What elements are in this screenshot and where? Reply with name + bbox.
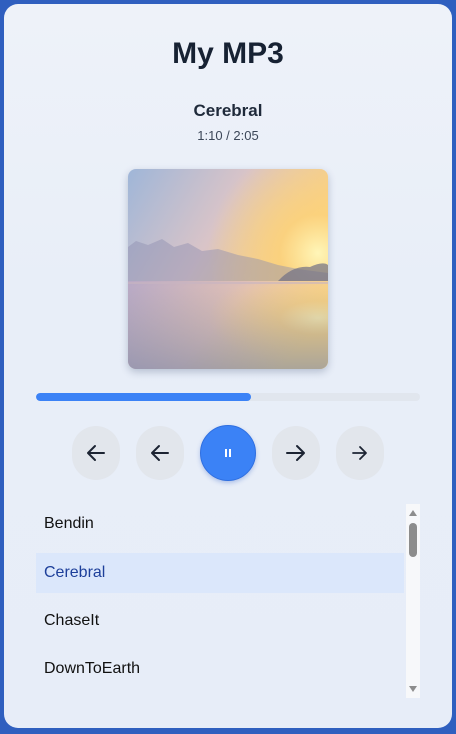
previous-button[interactable]: [136, 426, 184, 480]
next-button[interactable]: [272, 426, 320, 480]
play-pause-button[interactable]: [200, 425, 256, 481]
progress-bar[interactable]: [36, 393, 420, 401]
playlist-scrollbar[interactable]: [406, 504, 420, 698]
scrollbar-thumb[interactable]: [409, 523, 417, 557]
skip-back-button[interactable]: [72, 426, 120, 480]
playlist[interactable]: Bendin Cerebral ChaseIt DownToEarth: [36, 504, 420, 698]
app-title: My MP3: [172, 37, 284, 70]
playlist-item[interactable]: ChaseIt: [36, 601, 404, 641]
arrow-right-icon: [286, 445, 305, 461]
arrow-right-icon: [352, 446, 367, 460]
progress-fill: [36, 393, 252, 401]
playback-time: 1:10 / 2:05: [197, 128, 259, 143]
album-artwork-image: [128, 169, 328, 369]
scroll-down-arrow-icon[interactable]: [409, 686, 417, 692]
playlist-item-selected[interactable]: Cerebral: [36, 553, 404, 593]
playlist-item[interactable]: DownToEarth: [36, 649, 404, 689]
pause-icon: [225, 449, 231, 457]
playback-controls: [4, 425, 452, 483]
skip-forward-button[interactable]: [336, 426, 384, 480]
album-artwork: [128, 169, 328, 369]
scroll-up-arrow-icon[interactable]: [409, 510, 417, 516]
now-playing-title: Cerebral: [193, 101, 263, 120]
player-window: My MP3 Cerebral 1:10 / 2:05 Bendin Cereb…: [4, 4, 452, 728]
playlist-item[interactable]: Bendin: [36, 504, 404, 544]
arrow-left-icon: [87, 445, 105, 461]
arrow-left-icon: [151, 445, 169, 461]
